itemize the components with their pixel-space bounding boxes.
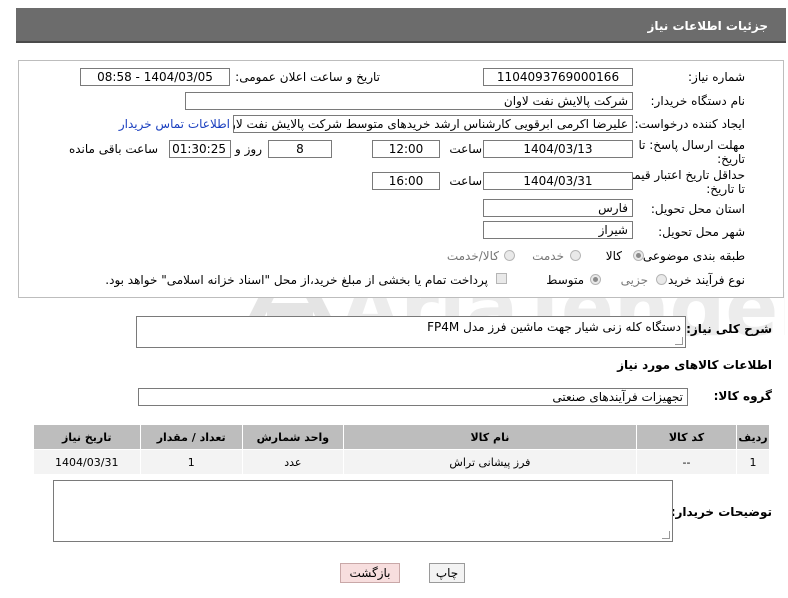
category-goods-label: کالا: [605, 249, 622, 263]
print-button[interactable]: چاپ: [429, 563, 465, 583]
buyer-org-label: نام دستگاه خریدار:: [650, 94, 746, 108]
goods-section-title: اطلاعات کالاهای مورد نیاز: [617, 358, 772, 372]
col-qty-header: تعداد / مقدار: [139, 424, 243, 450]
goods-group-field[interactable]: تجهیزات فرآیندهای صنعتی: [138, 388, 688, 406]
category-service-label: خدمت: [532, 249, 564, 263]
process-minor-radio[interactable]: [656, 274, 667, 285]
resize-handle-icon[interactable]: [675, 337, 683, 345]
page-title: جزئیات اطلاعات نیاز: [647, 19, 768, 33]
province-label: استان محل تحویل:: [650, 202, 745, 216]
cell-name: فرز پیشانی تراش: [342, 449, 638, 475]
table-row[interactable]: 1 -- فرز پیشانی تراش عدد 1 1404/03/31: [33, 449, 770, 475]
deadline-label-1: مهلت ارسال پاسخ: تا: [638, 138, 745, 152]
col-name-header: نام کالا: [342, 424, 638, 450]
col-unit-header: واحد شمارش: [241, 424, 344, 450]
process-type-label: نوع فرآیند خرید :: [660, 273, 745, 287]
buyer-notes-label: توضیحات خریدار:: [670, 505, 772, 519]
deadline-date-field[interactable]: 1404/03/13: [483, 140, 633, 158]
category-goods-service-label: کالا/خدمت: [446, 249, 499, 263]
cell-date: 1404/03/31: [33, 449, 141, 475]
cell-code: --: [636, 449, 738, 475]
announce-label: تاریخ و ساعت اعلان عمومی:: [235, 70, 380, 84]
treasury-payment-checkbox[interactable]: [496, 273, 507, 284]
process-medium-radio[interactable]: [590, 274, 601, 285]
summary-label: شرح کلی نیاز:: [686, 322, 772, 336]
process-minor-label: جزیی: [620, 273, 648, 287]
announce-field[interactable]: 1404/03/05 - 08:58: [80, 68, 230, 86]
need-number-label: شماره نیاز:: [688, 70, 745, 84]
col-date-header: تاریخ نیاز: [33, 424, 141, 450]
province-field[interactable]: فارس: [483, 199, 633, 217]
need-number-field[interactable]: 1104093769000166: [483, 68, 633, 86]
page-header: جزئیات اطلاعات نیاز: [16, 8, 786, 43]
buyer-notes-textarea[interactable]: [53, 480, 673, 542]
process-medium-label: متوسط: [546, 273, 584, 287]
category-goods-radio[interactable]: [633, 250, 644, 261]
resize-handle-icon[interactable]: [662, 531, 670, 539]
days-label: روز و: [235, 142, 262, 156]
deadline-time-field[interactable]: 12:00: [372, 140, 440, 158]
city-label: شهر محل تحویل:: [658, 225, 745, 239]
requester-label: ایجاد کننده درخواست:: [634, 117, 745, 131]
price-time-label: ساعت: [449, 174, 482, 188]
goods-table: ردیف کد کالا نام کالا واحد شمارش تعداد /…: [33, 424, 770, 475]
cell-unit: عدد: [241, 449, 344, 475]
price-validity-label-2: تا تاریخ:: [706, 182, 745, 196]
requester-field[interactable]: علیرضا اکرمی ابرقویی کارشناس ارشد خریدها…: [233, 115, 633, 133]
remaining-time-field[interactable]: 01:30:25: [169, 140, 231, 158]
cell-row: 1: [736, 449, 770, 475]
remaining-label: ساعت باقی مانده: [68, 142, 158, 156]
price-date-field[interactable]: 1404/03/31: [483, 172, 633, 190]
contact-buyer-link[interactable]: اطلاعات تماس خریدار: [119, 117, 230, 131]
deadline-time-label: ساعت: [449, 142, 482, 156]
back-button[interactable]: بازگشت: [340, 563, 400, 583]
buyer-org-field[interactable]: شرکت پالایش نفت لاوان: [185, 92, 633, 110]
category-service-radio[interactable]: [570, 250, 581, 261]
summary-textarea[interactable]: دستگاه کله زنی شیار جهت ماشین فرز مدل FP…: [136, 316, 686, 348]
summary-text: دستگاه کله زنی شیار جهت ماشین فرز مدل FP…: [427, 320, 681, 334]
treasury-payment-note: پرداخت تمام یا بخشی از مبلغ خرید،از محل …: [105, 273, 488, 287]
category-label: طبقه بندی موضوعی:: [638, 249, 745, 263]
col-code-header: کد کالا: [636, 424, 738, 450]
price-validity-label-1: حداقل تاریخ اعتبار قیمت:: [618, 168, 745, 182]
goods-group-label: گروه کالا:: [713, 389, 772, 403]
city-field[interactable]: شیراز: [483, 221, 633, 239]
deadline-label-2: تاریخ:: [717, 152, 745, 166]
col-row-header: ردیف: [736, 424, 770, 450]
category-goods-service-radio[interactable]: [504, 250, 515, 261]
cell-qty: 1: [139, 449, 243, 475]
table-header-row: ردیف کد کالا نام کالا واحد شمارش تعداد /…: [33, 424, 770, 450]
price-time-field[interactable]: 16:00: [372, 172, 440, 190]
days-field[interactable]: 8: [268, 140, 332, 158]
